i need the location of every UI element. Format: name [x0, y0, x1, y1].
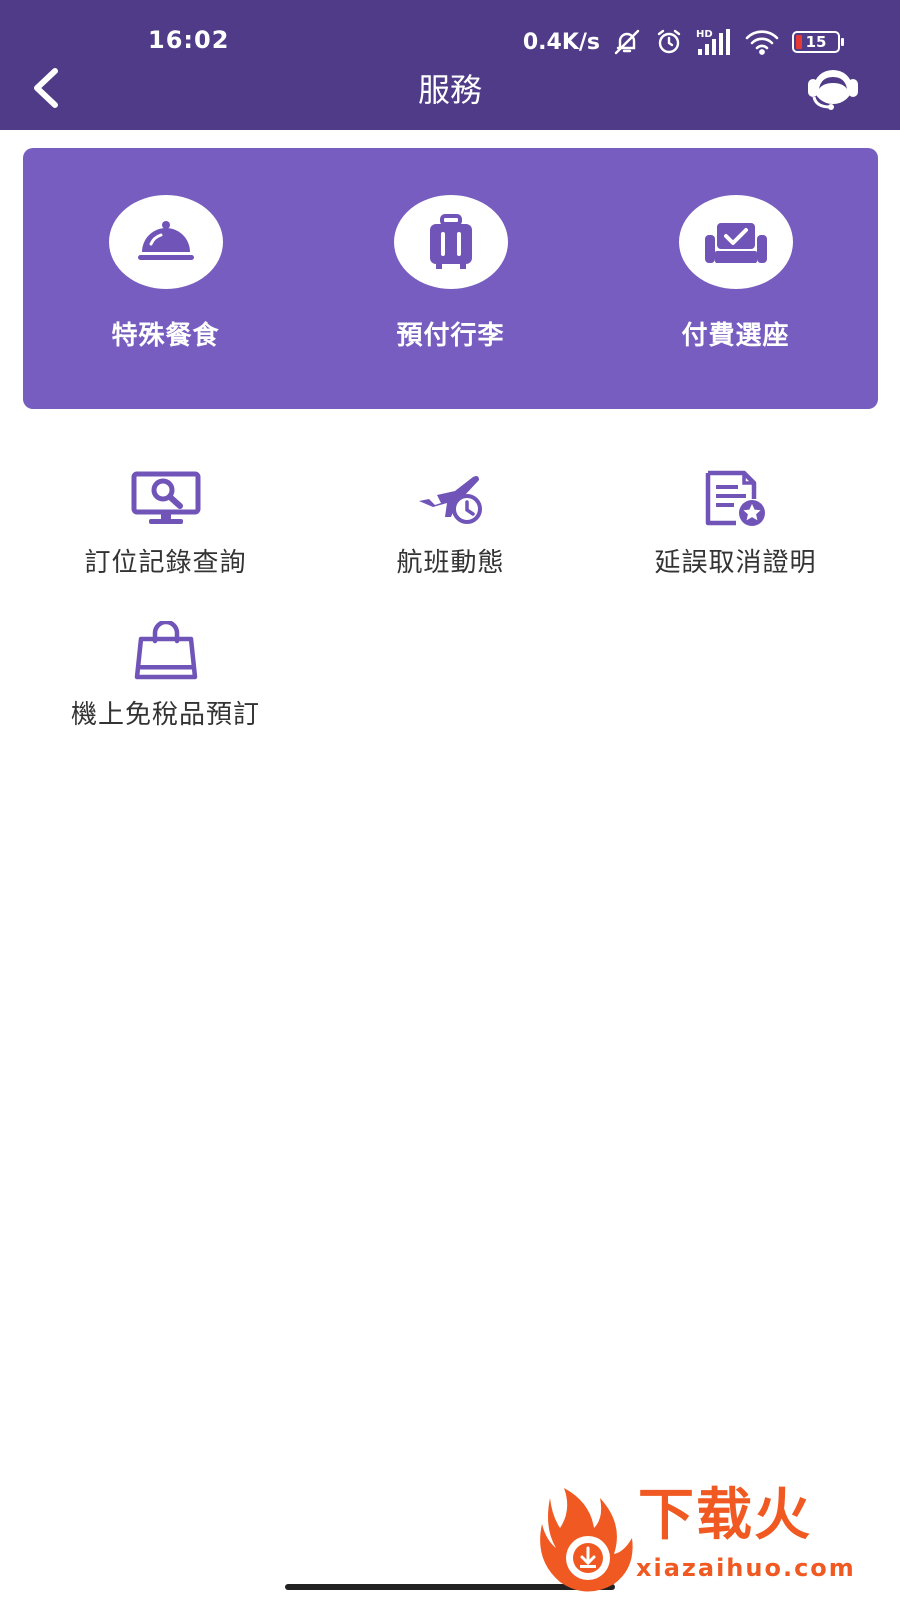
network-type: HD: [696, 29, 713, 40]
alarm-icon: [654, 27, 684, 57]
watermark-domain: xiazaihuo.com: [636, 1554, 856, 1582]
wifi-icon: [744, 27, 780, 57]
icon-circle: [678, 195, 793, 289]
paid-seat-selection-button[interactable]: 付費選座: [593, 148, 878, 409]
booking-record-query-label: 訂位記錄查詢: [84, 548, 247, 578]
meal-cloche-icon: [137, 221, 194, 260]
flight-status-button[interactable]: 航班動態: [308, 468, 593, 620]
special-meal-button[interactable]: 特殊餐食: [23, 148, 308, 409]
icon-circle: [108, 195, 223, 289]
prepaid-baggage-label: 預付行李: [396, 321, 505, 351]
network-speed: 0.4K/s: [522, 29, 600, 55]
monitor-search-icon: [131, 471, 200, 524]
duty-free-preorder-button[interactable]: 機上免稅品預訂: [23, 620, 308, 772]
flight-status-label: 航班動態: [396, 548, 505, 578]
customer-service-button[interactable]: [804, 62, 862, 114]
paid-seat-selection-label: 付費選座: [681, 321, 790, 351]
app-header: 16:02 0.4K/s HD 15 服務: [0, 0, 900, 130]
special-meal-label: 特殊餐食: [111, 321, 220, 351]
certificate-star-icon: [705, 470, 765, 526]
battery-icon: 15: [792, 31, 844, 53]
watermark: 下载火 xiazaihuo.com: [530, 1478, 895, 1596]
featured-services-card: 特殊餐食 預付行李 付費選座: [23, 148, 878, 409]
booking-record-query-button[interactable]: 訂位記錄查詢: [23, 468, 308, 620]
customer-service-headset-icon: [808, 70, 858, 110]
duty-free-preorder-label: 機上免稅品預訂: [70, 700, 260, 730]
seat-check-icon: [704, 223, 767, 263]
page-title: 服務: [417, 71, 482, 109]
battery-level: 15: [805, 32, 827, 51]
prepaid-baggage-button[interactable]: 預付行李: [308, 148, 593, 409]
icon-circle: [393, 195, 508, 289]
mute-icon: [612, 27, 642, 57]
delay-cancellation-certificate-label: 延誤取消證明: [654, 548, 817, 578]
signal-icon: HD: [696, 27, 732, 57]
shopping-bag-icon: [134, 621, 197, 680]
luggage-icon: [429, 214, 472, 269]
delay-cancellation-certificate-button[interactable]: 延誤取消證明: [593, 468, 878, 620]
services-grid: 訂位記錄查詢 航班動態 延誤取消證明 機上免稅品預訂: [23, 468, 878, 772]
status-time: 16:02: [148, 26, 230, 54]
plane-clock-icon: [418, 476, 482, 524]
flame-logo-icon: [540, 1488, 633, 1592]
status-bar-right: 0.4K/s HD 15: [522, 26, 844, 58]
watermark-text: 下载火: [638, 1483, 812, 1548]
